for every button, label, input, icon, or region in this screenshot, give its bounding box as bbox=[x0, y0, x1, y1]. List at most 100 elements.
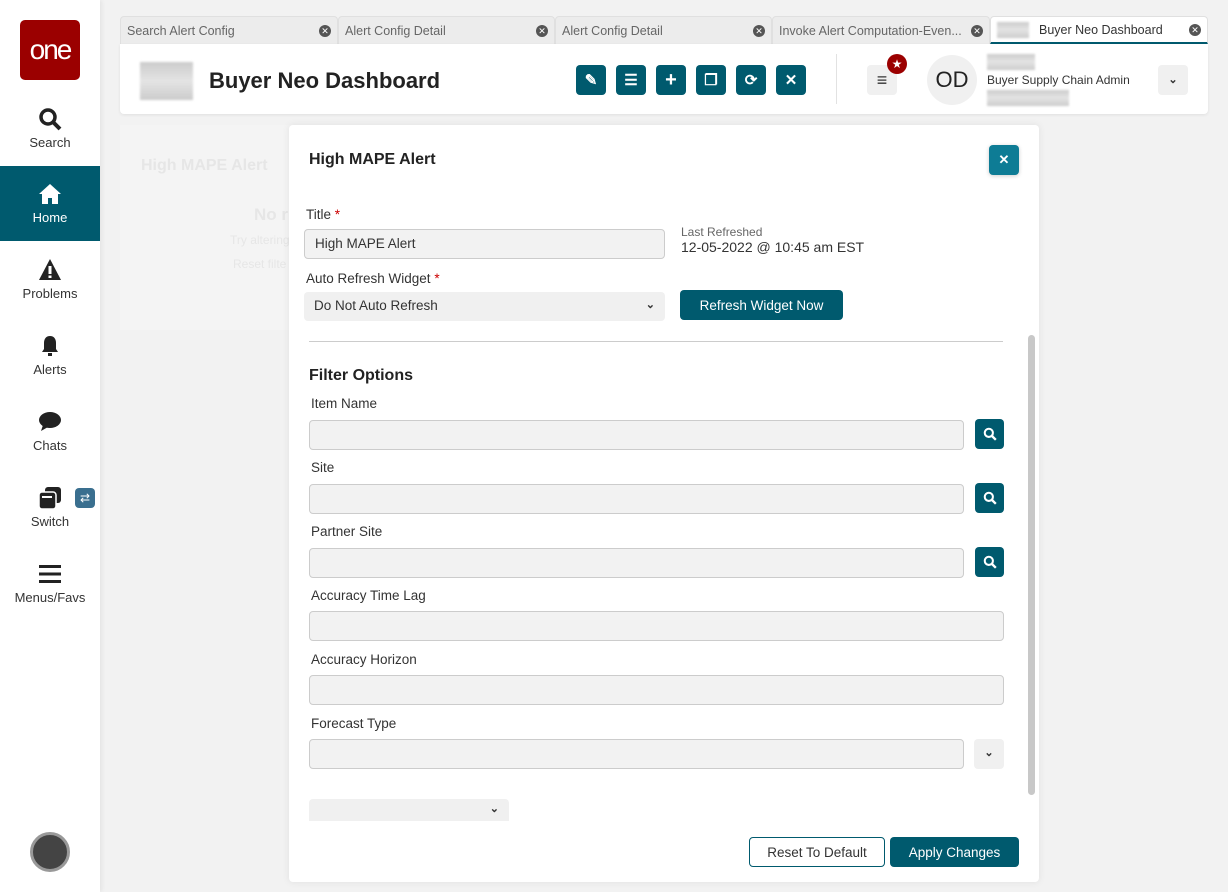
sidebar-item-home[interactable]: Home bbox=[0, 166, 100, 241]
user-menu-chevron-icon[interactable]: ⌄ bbox=[1158, 65, 1188, 95]
sidebar: one Search Home Problems Alerts Chats Sw… bbox=[0, 0, 100, 892]
partner-site-input[interactable] bbox=[309, 548, 964, 578]
close-tab-icon[interactable]: ✕ bbox=[536, 24, 548, 37]
switch-badge-icon[interactable]: ⇄ bbox=[75, 488, 95, 508]
tab-label: Buyer Neo Dashboard bbox=[1039, 22, 1163, 37]
tab-label: Invoke Alert Computation-Even... bbox=[779, 23, 962, 38]
accuracy-time-lag-label: Accuracy Time Lag bbox=[311, 588, 426, 603]
reset-to-default-button[interactable]: Reset To Default bbox=[749, 837, 885, 867]
user-role: Buyer Supply Chain Admin bbox=[987, 73, 1130, 87]
add-button[interactable]: + bbox=[656, 65, 686, 95]
reset-filter-link[interactable]: Reset filte bbox=[233, 257, 286, 271]
close-button[interactable]: ✕ bbox=[776, 65, 806, 95]
search-icon bbox=[983, 491, 997, 505]
widget-title: High MAPE Alert bbox=[141, 157, 268, 174]
widget-settings-modal: High MAPE Alert ✕ Title * High MAPE Aler… bbox=[289, 125, 1039, 882]
sidebar-label: Chats bbox=[33, 438, 67, 453]
tab-buyer-neo-dashboard[interactable]: Buyer Neo Dashboard ✕ bbox=[990, 16, 1208, 44]
tab-label: Alert Config Detail bbox=[562, 23, 663, 38]
refresh-button[interactable]: ⟳ bbox=[736, 65, 766, 95]
list-icon: ☰ bbox=[624, 72, 638, 89]
close-tab-icon[interactable]: ✕ bbox=[753, 24, 765, 37]
search-icon bbox=[983, 555, 997, 569]
forecast-type-label: Forecast Type bbox=[311, 716, 397, 731]
tab-invoke-alert-computation[interactable]: Invoke Alert Computation-Even... ✕ bbox=[772, 16, 990, 44]
chat-icon bbox=[39, 412, 61, 431]
empty-title: No r bbox=[254, 205, 288, 224]
last-refreshed-value: 12-05-2022 @ 10:45 am EST bbox=[681, 239, 865, 255]
chevron-down-icon: ⌄ bbox=[984, 747, 994, 759]
sidebar-label: Menus/Favs bbox=[14, 590, 86, 605]
divider bbox=[836, 54, 837, 104]
page-title: Buyer Neo Dashboard bbox=[209, 68, 441, 93]
page-icon bbox=[140, 62, 193, 100]
tab-search-alert-config[interactable]: Search Alert Config ✕ bbox=[120, 16, 338, 44]
sidebar-label: Alerts bbox=[33, 362, 67, 377]
forecast-type-dropdown-button[interactable]: ⌄ bbox=[974, 739, 1004, 769]
sidebar-label: Home bbox=[32, 210, 68, 225]
site-search-button[interactable] bbox=[975, 483, 1004, 513]
sidebar-item-problems[interactable]: Problems bbox=[0, 242, 100, 317]
tab-icon bbox=[997, 21, 1029, 38]
accuracy-time-lag-input[interactable] bbox=[309, 611, 1004, 641]
app-logo[interactable]: one bbox=[20, 20, 80, 80]
site-input[interactable] bbox=[309, 484, 964, 514]
bell-icon bbox=[42, 336, 58, 356]
close-icon: ✕ bbox=[998, 152, 1010, 167]
background-widget: High MAPE Alert No r Try altering Reset … bbox=[120, 125, 300, 330]
last-refreshed-label: Last Refreshed bbox=[681, 225, 763, 239]
site-label: Site bbox=[311, 460, 335, 475]
refresh-icon: ⟳ bbox=[744, 72, 758, 89]
partial-select[interactable]: ⌄ bbox=[309, 799, 509, 821]
star-icon: ★ bbox=[887, 54, 907, 74]
item-name-input[interactable] bbox=[309, 420, 964, 450]
menu-icon bbox=[39, 565, 61, 583]
copy-icon: ❐ bbox=[704, 72, 718, 89]
tab-label: Alert Config Detail bbox=[345, 23, 446, 38]
filter-options-heading: Filter Options bbox=[309, 367, 413, 384]
sidebar-label: Search bbox=[29, 135, 71, 150]
chevron-down-icon: ⌄ bbox=[645, 299, 655, 311]
refresh-widget-now-button[interactable]: Refresh Widget Now bbox=[680, 290, 843, 320]
tab-alert-config-detail[interactable]: Alert Config Detail ✕ bbox=[338, 16, 555, 44]
switch-icon bbox=[38, 487, 61, 510]
modal-close-button[interactable]: ✕ bbox=[989, 145, 1019, 175]
item-name-search-button[interactable] bbox=[975, 419, 1004, 449]
forecast-type-input[interactable] bbox=[309, 739, 964, 769]
sidebar-item-chats[interactable]: Chats bbox=[0, 394, 100, 469]
scrollbar[interactable] bbox=[1028, 335, 1035, 795]
sidebar-item-alerts[interactable]: Alerts bbox=[0, 318, 100, 393]
warning-icon bbox=[39, 259, 61, 280]
title-label: Title * bbox=[306, 207, 341, 222]
empty-hint: Try altering bbox=[230, 233, 290, 247]
close-tab-icon[interactable]: ✕ bbox=[971, 24, 983, 37]
plus-icon: + bbox=[665, 68, 677, 91]
sidebar-item-search[interactable]: Search bbox=[0, 91, 100, 166]
user-org-redacted bbox=[987, 90, 1069, 106]
copy-button[interactable]: ❐ bbox=[696, 65, 726, 95]
item-name-label: Item Name bbox=[311, 396, 378, 411]
sidebar-item-menus-favs[interactable]: Menus/Favs bbox=[0, 546, 100, 621]
close-tab-icon[interactable]: ✕ bbox=[319, 24, 331, 37]
partner-site-search-button[interactable] bbox=[975, 547, 1004, 577]
home-icon bbox=[39, 184, 61, 204]
user-avatar[interactable]: OD bbox=[927, 55, 977, 105]
title-input[interactable]: High MAPE Alert bbox=[304, 229, 665, 259]
search-icon bbox=[983, 427, 997, 441]
sidebar-label: Switch bbox=[30, 514, 70, 529]
apply-changes-button[interactable]: Apply Changes bbox=[890, 837, 1019, 867]
auto-refresh-label: Auto Refresh Widget * bbox=[306, 271, 440, 286]
list-button[interactable]: ☰ bbox=[616, 65, 646, 95]
divider bbox=[309, 341, 1003, 342]
close-tab-icon[interactable]: ✕ bbox=[1189, 23, 1201, 36]
user-avatar[interactable] bbox=[30, 832, 70, 872]
edit-button[interactable]: ✎ bbox=[576, 65, 606, 95]
search-icon bbox=[39, 108, 62, 131]
tab-alert-config-detail-2[interactable]: Alert Config Detail ✕ bbox=[555, 16, 772, 44]
sidebar-label: Problems bbox=[22, 286, 78, 301]
partner-site-label: Partner Site bbox=[311, 524, 383, 539]
close-icon: ✕ bbox=[784, 72, 798, 89]
user-name-redacted bbox=[987, 54, 1035, 70]
auto-refresh-select[interactable]: Do Not Auto Refresh ⌄ bbox=[304, 292, 665, 321]
accuracy-horizon-input[interactable] bbox=[309, 675, 1004, 705]
